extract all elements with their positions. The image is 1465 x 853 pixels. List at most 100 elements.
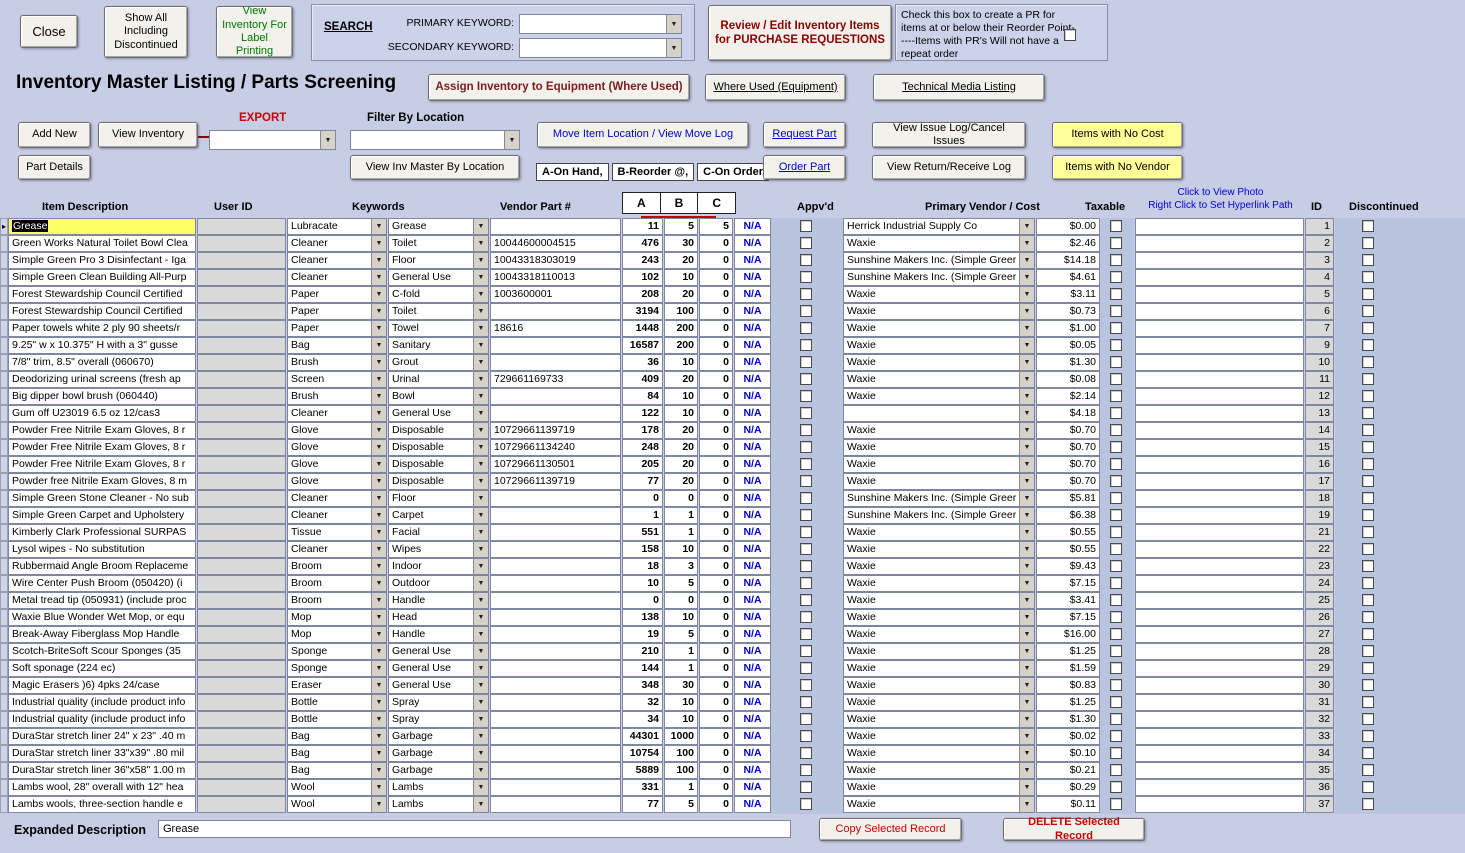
cost-cell[interactable]: $0.05 bbox=[1036, 337, 1100, 354]
primary-vendor-combobox[interactable]: Sunshine Makers Inc. (Simple Greer▼ bbox=[843, 252, 1035, 269]
row-selector[interactable] bbox=[0, 575, 8, 592]
keyword2-combobox[interactable]: Handle▼ bbox=[388, 626, 489, 643]
chevron-down-icon[interactable]: ▼ bbox=[371, 746, 386, 761]
discontinued-checkbox[interactable] bbox=[1362, 407, 1374, 419]
chevron-down-icon[interactable]: ▼ bbox=[371, 457, 386, 472]
on-hand-cell[interactable]: 1448 bbox=[622, 320, 663, 337]
keyword2-combobox[interactable]: Outdoor▼ bbox=[388, 575, 489, 592]
primary-vendor-combobox[interactable]: Waxie▼ bbox=[843, 660, 1035, 677]
approved-checkbox[interactable] bbox=[800, 798, 812, 810]
keyword1-combobox[interactable]: Sponge▼ bbox=[287, 660, 387, 677]
keyword1-combobox[interactable]: Cleaner▼ bbox=[287, 405, 387, 422]
chevron-down-icon[interactable]: ▼ bbox=[473, 627, 488, 642]
on-hand-cell[interactable]: 44301 bbox=[622, 728, 663, 745]
on-order-cell[interactable]: 0 bbox=[699, 592, 733, 609]
photo-cell[interactable] bbox=[1135, 762, 1304, 779]
photo-cell[interactable] bbox=[1135, 456, 1304, 473]
taxable-checkbox[interactable] bbox=[1110, 356, 1122, 368]
reorder-at-cell[interactable]: 20 bbox=[664, 456, 698, 473]
create-pr-checkbox[interactable] bbox=[1064, 29, 1076, 41]
chevron-down-icon[interactable]: ▼ bbox=[371, 287, 386, 302]
approved-checkbox[interactable] bbox=[800, 560, 812, 572]
taxable-checkbox[interactable] bbox=[1110, 458, 1122, 470]
on-order-cell[interactable]: 0 bbox=[699, 609, 733, 626]
chevron-down-icon[interactable]: ▼ bbox=[1019, 457, 1034, 472]
chevron-down-icon[interactable]: ▼ bbox=[1019, 287, 1034, 302]
on-hand-cell[interactable]: 19 bbox=[622, 626, 663, 643]
on-hand-cell[interactable]: 18 bbox=[622, 558, 663, 575]
photo-cell[interactable] bbox=[1135, 796, 1304, 813]
chevron-down-icon[interactable]: ▼ bbox=[371, 525, 386, 540]
on-order-cell[interactable]: 0 bbox=[699, 694, 733, 711]
discontinued-checkbox[interactable] bbox=[1362, 798, 1374, 810]
discontinued-checkbox[interactable] bbox=[1362, 373, 1374, 385]
discontinued-checkbox[interactable] bbox=[1362, 696, 1374, 708]
delete-record-button[interactable]: DELETE Selected Record bbox=[1003, 818, 1145, 841]
cost-cell[interactable]: $3.11 bbox=[1036, 286, 1100, 303]
reorder-at-cell[interactable]: 10 bbox=[664, 405, 698, 422]
chevron-down-icon[interactable]: ▼ bbox=[371, 236, 386, 251]
photo-cell[interactable] bbox=[1135, 405, 1304, 422]
photo-cell[interactable] bbox=[1135, 711, 1304, 728]
export-combobox[interactable]: ▼ bbox=[209, 130, 336, 150]
keyword1-combobox[interactable]: Brush▼ bbox=[287, 354, 387, 371]
primary-vendor-combobox[interactable]: Waxie▼ bbox=[843, 337, 1035, 354]
reorder-at-cell[interactable]: 10 bbox=[664, 694, 698, 711]
chevron-down-icon[interactable]: ▼ bbox=[371, 763, 386, 778]
taxable-checkbox[interactable] bbox=[1110, 339, 1122, 351]
keyword1-combobox[interactable]: Wool▼ bbox=[287, 779, 387, 796]
reorder-at-cell[interactable]: 30 bbox=[664, 235, 698, 252]
user-id-cell[interactable] bbox=[197, 575, 286, 592]
discontinued-checkbox[interactable] bbox=[1362, 747, 1374, 759]
chevron-down-icon[interactable]: ▼ bbox=[473, 253, 488, 268]
approved-checkbox[interactable] bbox=[800, 271, 812, 283]
taxable-checkbox[interactable] bbox=[1110, 492, 1122, 504]
chevron-down-icon[interactable]: ▼ bbox=[473, 508, 488, 523]
discontinued-checkbox[interactable] bbox=[1362, 526, 1374, 538]
keyword1-combobox[interactable]: Lubracate▼ bbox=[287, 218, 387, 235]
reorder-at-cell[interactable]: 1 bbox=[664, 779, 698, 796]
photo-cell[interactable] bbox=[1135, 660, 1304, 677]
primary-vendor-combobox[interactable]: Waxie▼ bbox=[843, 558, 1035, 575]
keyword2-combobox[interactable]: Facial▼ bbox=[388, 524, 489, 541]
chevron-down-icon[interactable]: ▼ bbox=[371, 474, 386, 489]
row-selector[interactable] bbox=[0, 439, 8, 456]
taxable-checkbox[interactable] bbox=[1110, 798, 1122, 810]
reorder-at-cell[interactable]: 3 bbox=[664, 558, 698, 575]
approved-checkbox[interactable] bbox=[800, 628, 812, 640]
row-selector[interactable] bbox=[0, 796, 8, 813]
chevron-down-icon[interactable]: ▼ bbox=[371, 508, 386, 523]
reorder-at-cell[interactable]: 5 bbox=[664, 626, 698, 643]
approved-checkbox[interactable] bbox=[800, 764, 812, 776]
chevron-down-icon[interactable]: ▼ bbox=[1019, 253, 1034, 268]
photo-cell[interactable] bbox=[1135, 728, 1304, 745]
on-hand-cell[interactable]: 1 bbox=[622, 507, 663, 524]
reorder-at-cell[interactable]: 200 bbox=[664, 320, 698, 337]
chevron-down-icon[interactable]: ▼ bbox=[1019, 321, 1034, 336]
on-hand-cell[interactable]: 144 bbox=[622, 660, 663, 677]
keyword2-combobox[interactable]: General Use▼ bbox=[388, 405, 489, 422]
photo-cell[interactable] bbox=[1135, 524, 1304, 541]
keyword1-combobox[interactable]: Glove▼ bbox=[287, 422, 387, 439]
approved-checkbox[interactable] bbox=[800, 475, 812, 487]
chevron-down-icon[interactable]: ▼ bbox=[1019, 559, 1034, 574]
vendor-part-cell[interactable] bbox=[490, 575, 621, 592]
on-order-cell[interactable]: 5 bbox=[699, 218, 733, 235]
keyword1-combobox[interactable]: Bottle▼ bbox=[287, 711, 387, 728]
primary-vendor-combobox[interactable]: Waxie▼ bbox=[843, 371, 1035, 388]
vendor-part-cell[interactable] bbox=[490, 626, 621, 643]
cost-cell[interactable]: $7.15 bbox=[1036, 575, 1100, 592]
on-order-cell[interactable]: 0 bbox=[699, 677, 733, 694]
chevron-down-icon[interactable]: ▼ bbox=[1019, 729, 1034, 744]
taxable-checkbox[interactable] bbox=[1110, 441, 1122, 453]
on-hand-cell[interactable]: 551 bbox=[622, 524, 663, 541]
keyword1-combobox[interactable]: Mop▼ bbox=[287, 626, 387, 643]
taxable-checkbox[interactable] bbox=[1110, 424, 1122, 436]
reorder-at-cell[interactable]: 10 bbox=[664, 388, 698, 405]
reorder-at-cell[interactable]: 0 bbox=[664, 490, 698, 507]
cost-cell[interactable]: $16.00 bbox=[1036, 626, 1100, 643]
vendor-part-cell[interactable]: 10729661130501 bbox=[490, 456, 621, 473]
approved-checkbox[interactable] bbox=[800, 305, 812, 317]
primary-vendor-combobox[interactable]: Waxie▼ bbox=[843, 711, 1035, 728]
vendor-part-cell[interactable] bbox=[490, 728, 621, 745]
